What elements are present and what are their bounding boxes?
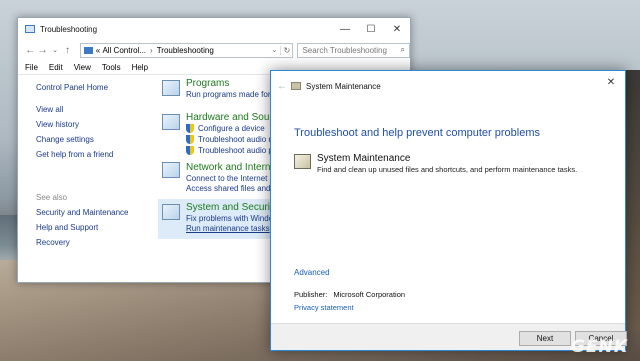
recent-dropdown-icon[interactable]: ⌄ [49, 46, 61, 54]
sidebar-view-history[interactable]: View history [36, 120, 158, 135]
control-panel-icon [25, 25, 35, 33]
maximize-button[interactable]: ☐ [358, 18, 384, 40]
sidebar: Control Panel Home View all View history… [18, 75, 158, 282]
menu-view[interactable]: View [74, 63, 91, 72]
sidebar-view-all[interactable]: View all [36, 105, 158, 120]
close-button[interactable]: ✕ [384, 18, 410, 40]
address-row: ← → ⌄ ↑ « All Control... › Troubleshooti… [18, 40, 411, 60]
search-placeholder: Search Troubleshooting [302, 45, 387, 55]
back-arrow-icon[interactable]: ← [277, 81, 291, 92]
menu-tools[interactable]: Tools [102, 63, 121, 72]
menu-help[interactable]: Help [132, 63, 148, 72]
sidebar-control-panel-home[interactable]: Control Panel Home [36, 83, 158, 98]
troubleshooter-description: Find and clean up unused files and short… [317, 165, 578, 174]
menu-edit[interactable]: Edit [49, 63, 63, 72]
publisher-row: Publisher: Microsoft Corporation [294, 290, 405, 299]
control-panel-icon [83, 46, 93, 54]
dialog-title-bar: ← System Maintenance [271, 71, 625, 101]
address-segment-all-control[interactable]: All Control... [102, 46, 146, 55]
address-prefix: « [95, 45, 101, 55]
programs-icon [162, 80, 180, 96]
address-segment-troubleshooting[interactable]: Troubleshooting [157, 46, 214, 55]
window-title: Troubleshooting [40, 24, 98, 34]
see-also-help-support[interactable]: Help and Support [36, 223, 158, 238]
link-text[interactable]: Troubleshoot audio re [198, 135, 276, 144]
next-button[interactable]: Next [519, 331, 571, 346]
see-also-recovery[interactable]: Recovery [36, 238, 158, 253]
troubleshooter-item: System Maintenance Find and clean up unu… [294, 153, 577, 174]
address-bar[interactable]: « All Control... › Troubleshooting ⌄ ↻ [79, 42, 294, 58]
search-input[interactable]: Search Troubleshooting ⌕ [297, 42, 411, 58]
link-text[interactable]: Troubleshoot audio p [198, 146, 273, 155]
sidebar-get-help[interactable]: Get help from a friend [36, 150, 158, 165]
link-text[interactable]: Configure a device [198, 124, 265, 133]
up-arrow-icon[interactable]: ↑ [61, 45, 73, 56]
back-arrow-icon[interactable]: ← [24, 45, 36, 56]
address-separator: › [150, 45, 153, 55]
shield-icon [186, 124, 194, 133]
forward-arrow-icon[interactable]: → [36, 45, 48, 56]
shield-icon [186, 146, 194, 155]
sidebar-change-settings[interactable]: Change settings [36, 135, 158, 150]
window-controls: — ☐ ✕ [332, 18, 410, 40]
dialog-heading: Troubleshoot and help prevent computer p… [294, 127, 541, 139]
troubleshooter-text: System Maintenance Find and clean up unu… [317, 153, 577, 174]
publisher-value: Microsoft Corporation [333, 290, 406, 299]
menu-file[interactable]: File [25, 63, 38, 72]
publisher-label: Publisher: [294, 290, 328, 299]
see-also-security[interactable]: Security and Maintenance [36, 208, 158, 223]
dialog-close-button[interactable]: ✕ [597, 71, 625, 93]
search-icon: ⌕ [400, 45, 406, 54]
maintenance-icon [294, 154, 311, 169]
privacy-statement-link[interactable]: Privacy statement [294, 303, 354, 312]
genk-watermark: GENK [571, 337, 628, 357]
advanced-link[interactable]: Advanced [294, 268, 330, 277]
see-also-header: See also [36, 193, 68, 202]
maintenance-icon [291, 82, 301, 90]
dialog-title: System Maintenance [306, 81, 381, 91]
refresh-icon[interactable]: ↻ [280, 45, 292, 55]
title-bar: Troubleshooting — ☐ ✕ [18, 18, 410, 40]
system-security-icon [162, 204, 180, 220]
network-icon [162, 162, 180, 178]
hardware-sound-icon [162, 114, 180, 130]
troubleshooter-title: System Maintenance [317, 153, 411, 164]
minimize-button[interactable]: — [332, 18, 358, 40]
address-dropdown-icon[interactable]: ⌄ [268, 46, 280, 54]
system-maintenance-dialog: ← System Maintenance ✕ Troubleshoot and … [270, 70, 627, 351]
shield-icon [186, 135, 194, 144]
